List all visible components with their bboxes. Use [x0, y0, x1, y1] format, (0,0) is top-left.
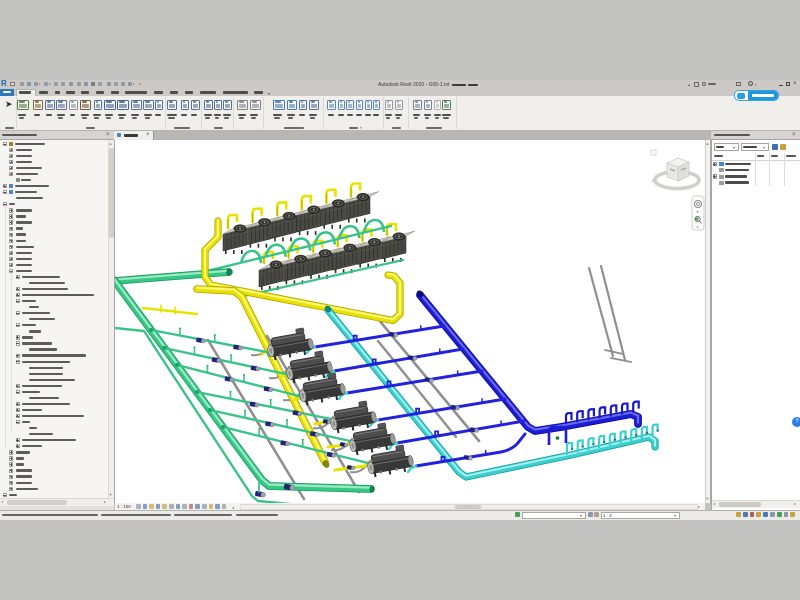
svg-text:▾: ▾	[697, 209, 699, 214]
svg-text:▾: ▾	[697, 225, 699, 230]
